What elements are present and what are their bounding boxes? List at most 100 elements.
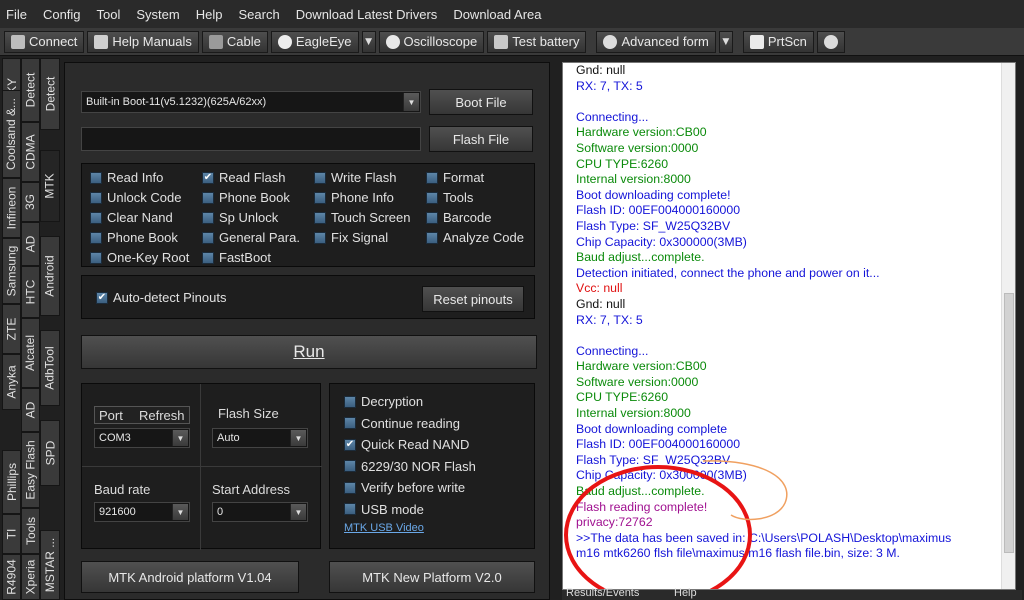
tab-help[interactable]: Help <box>674 587 697 599</box>
tab-samsung[interactable]: Samsung <box>2 238 21 304</box>
checkbox-icon <box>344 395 356 408</box>
tab-detect[interactable]: Detect <box>21 58 40 122</box>
menu-search[interactable]: Search <box>238 7 279 22</box>
tab-android[interactable]: Android <box>40 236 60 316</box>
option-phone-info-checkbox[interactable]: Phone Info <box>314 190 394 205</box>
tab-coolsand[interactable]: Coolsand &... <box>2 90 21 178</box>
extra-verify-before-write-checkbox[interactable]: Verify before write <box>344 480 465 495</box>
option-analyze-code-checkbox[interactable]: Analyze Code <box>426 230 524 245</box>
checkbox-icon <box>202 191 214 204</box>
checkbox-icon: ✔ <box>344 438 356 451</box>
start-address-label: Start Address <box>212 482 291 497</box>
flash-file-input[interactable] <box>81 127 421 151</box>
checkbox-icon <box>202 251 214 264</box>
eagleeye-button[interactable]: EagleEye <box>270 30 359 53</box>
tab-phillips[interactable]: Phillips <box>2 450 21 514</box>
option-tools-checkbox[interactable]: Tools <box>426 190 473 205</box>
checkbox-icon <box>426 231 438 244</box>
menu-tool[interactable]: Tool <box>97 7 121 22</box>
screenshot-icon <box>749 34 764 49</box>
run-button[interactable]: Run <box>81 335 537 369</box>
checkbox-icon <box>344 481 356 494</box>
mtk-usb-video-link[interactable]: MTK USB Video <box>344 522 424 534</box>
advanced-form-dropdown-icon[interactable]: ▼ <box>718 30 733 53</box>
flash-file-button[interactable]: Flash File <box>429 126 533 152</box>
tab-htc[interactable]: HTC <box>21 266 40 318</box>
menu-file[interactable]: File <box>6 7 27 22</box>
oscilloscope-icon <box>385 34 400 49</box>
prtscn-button[interactable]: PrtScn <box>742 30 814 53</box>
port-header: Port Refresh <box>94 406 190 424</box>
boot-select[interactable]: Built-in Boot-11(v5.1232)(625A/62xx) ▼ <box>81 91 421 113</box>
baud-rate-select[interactable]: 921600 ▼ <box>94 502 190 522</box>
option-sp-unlock-checkbox[interactable]: Sp Unlock <box>202 210 278 225</box>
tab-r4904[interactable]: R4904 <box>2 554 21 600</box>
extra-6229-30-nor-flash-checkbox[interactable]: 6229/30 NOR Flash <box>344 459 476 474</box>
help-manuals-button[interactable]: Help Manuals <box>87 30 199 53</box>
option-barcode-checkbox[interactable]: Barcode <box>426 210 491 225</box>
tab-zte[interactable]: ZTE <box>2 304 21 354</box>
tab-ti[interactable]: TI <box>2 514 21 554</box>
advanced-form-button[interactable]: Advanced form <box>596 30 716 53</box>
boot-file-button[interactable]: Boot File <box>429 89 533 115</box>
option-touch-screen-checkbox[interactable]: Touch Screen <box>314 210 411 225</box>
tab-tools[interactable]: Tools <box>21 508 40 554</box>
option-read-info-checkbox[interactable]: Read Info <box>90 170 163 185</box>
cable-button[interactable]: Cable <box>201 30 268 53</box>
menu-help[interactable]: Help <box>196 7 223 22</box>
option-phone-book-checkbox[interactable]: Phone Book <box>202 190 290 205</box>
option-format-checkbox[interactable]: Format <box>426 170 484 185</box>
tab-detect-inner[interactable]: Detect <box>40 58 60 130</box>
tab-results-events[interactable]: Results/Events <box>566 587 639 599</box>
mtk-android-platform-button[interactable]: MTK Android platform V1.04 <box>81 561 299 593</box>
option-clear-nand-checkbox[interactable]: Clear Nand <box>90 210 173 225</box>
tab-cdma[interactable]: CDMA <box>21 122 40 182</box>
port-select[interactable]: COM3 ▼ <box>94 428 190 448</box>
extra-options-group: Decryption Continue reading ✔ Quick Read NA… <box>329 383 535 549</box>
tab-3g[interactable]: 3G <box>21 182 40 222</box>
flash-size-select[interactable]: Auto ▼ <box>212 428 308 448</box>
tab-xperia[interactable]: Xperia <box>21 554 40 600</box>
tab-spd[interactable]: SPD <box>40 420 60 486</box>
log-scrollbar[interactable] <box>1001 63 1015 589</box>
tab-adbtool[interactable]: AdbTool <box>40 330 60 406</box>
test-battery-button[interactable]: Test battery <box>487 30 587 53</box>
tab-ad[interactable]: AD <box>21 222 40 266</box>
option-general-para-checkbox[interactable]: General Para. <box>202 230 300 245</box>
oscilloscope-button[interactable]: Oscilloscope <box>378 30 485 53</box>
tab-infineon[interactable]: Infineon <box>2 178 21 238</box>
option-fastboot-checkbox[interactable]: FastBoot <box>202 250 271 265</box>
tab-ad-2[interactable]: AD <box>21 388 40 432</box>
start-address-select[interactable]: 0 ▼ <box>212 502 308 522</box>
tab-mtk[interactable]: MTK <box>40 150 60 222</box>
tab-mstar[interactable]: MSTAR ... <box>40 530 60 600</box>
tab-easy-flash[interactable]: Easy Flash <box>21 432 40 508</box>
tab-anyka[interactable]: Anyka <box>2 354 21 410</box>
tab-alcatel[interactable]: Alcatel <box>21 318 40 388</box>
scrollbar-thumb[interactable] <box>1004 293 1014 553</box>
reset-pinouts-button[interactable]: Reset pinouts <box>422 286 524 312</box>
refresh-link[interactable]: Refresh <box>139 408 185 423</box>
option-write-flash-checkbox[interactable]: Write Flash <box>314 170 397 185</box>
eagleeye-dropdown-icon[interactable]: ▼ <box>361 30 376 53</box>
extra-quick-read-nand-checkbox[interactable]: ✔ Quick Read NAND <box>344 437 469 452</box>
mtk-panel: Built-in Boot-11(v5.1232)(625A/62xx) ▼ B… <box>64 62 550 600</box>
menu-download-drivers[interactable]: Download Latest Drivers <box>296 7 438 22</box>
option-unlock-code-checkbox[interactable]: Unlock Code <box>90 190 181 205</box>
mtk-new-platform-button[interactable]: MTK New Platform V2.0 <box>329 561 535 593</box>
menu-system[interactable]: System <box>136 7 179 22</box>
checkbox-icon <box>426 171 438 184</box>
option-one-key-root-checkbox[interactable]: One-Key Root <box>90 250 189 265</box>
menu-config[interactable]: Config <box>43 7 81 22</box>
checkbox-icon <box>90 211 102 224</box>
menu-download-area[interactable]: Download Area <box>453 7 541 22</box>
auto-detect-pinouts-checkbox[interactable]: ✔ Auto-detect Pinouts <box>96 290 226 305</box>
extra-continue-reading-checkbox[interactable]: Continue reading <box>344 416 460 431</box>
option-phone-book-checkbox[interactable]: Phone Book <box>90 230 178 245</box>
option-fix-signal-checkbox[interactable]: Fix Signal <box>314 230 388 245</box>
connect-button[interactable]: Connect <box>4 30 85 53</box>
settings-button[interactable] <box>816 30 845 53</box>
extra-decryption-checkbox[interactable]: Decryption <box>344 394 423 409</box>
extra-usb-mode-checkbox[interactable]: USB mode <box>344 502 424 517</box>
option-read-flash-checkbox[interactable]: ✔ Read Flash <box>202 170 285 185</box>
